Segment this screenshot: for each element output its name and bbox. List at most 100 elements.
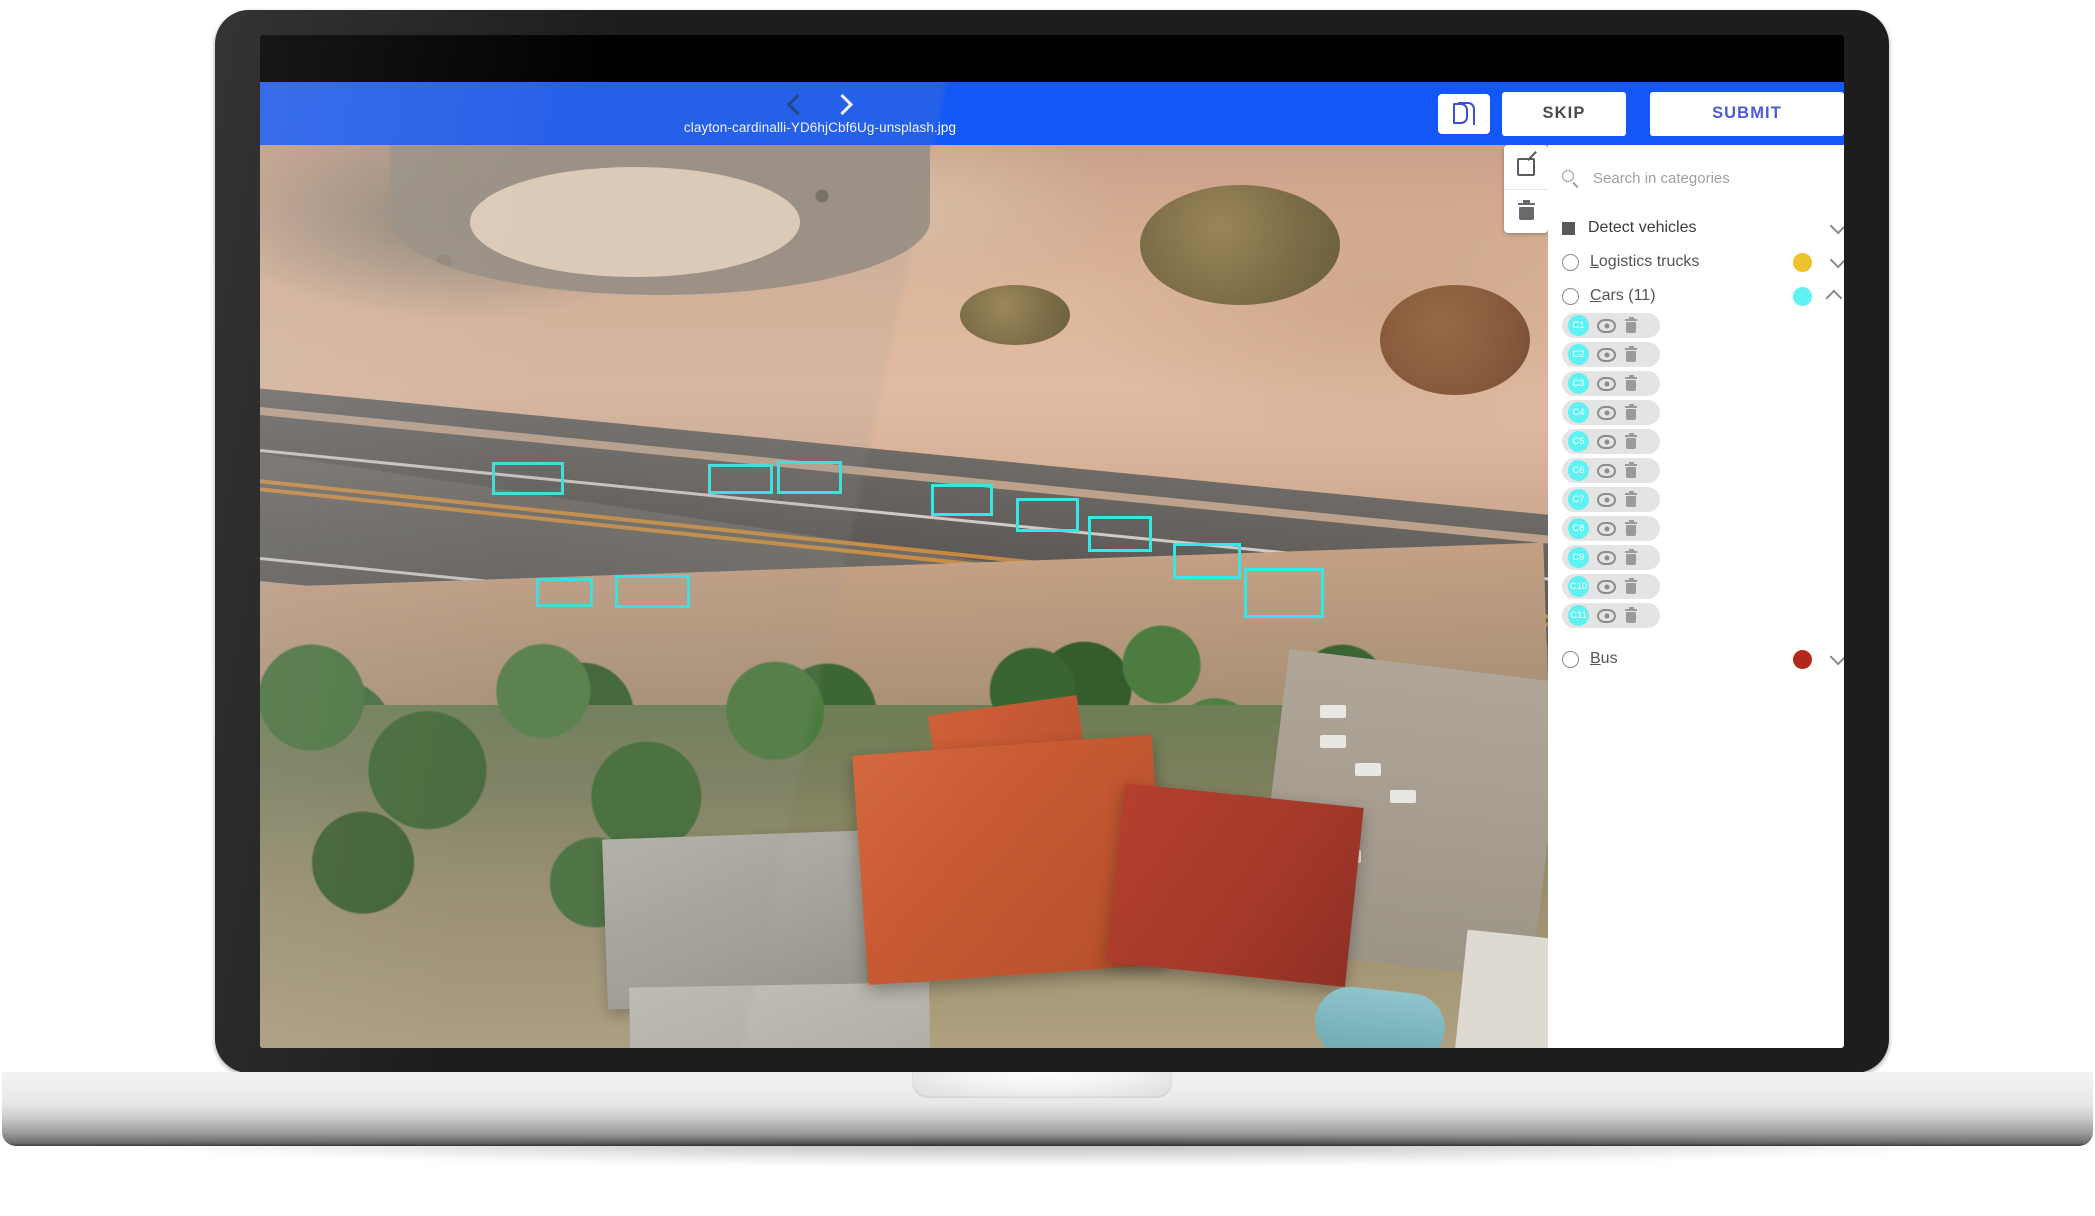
- instance-badge: C3: [1568, 373, 1589, 394]
- eye-icon[interactable]: [1597, 347, 1616, 362]
- category-label: Logistics trucks: [1590, 253, 1700, 270]
- flag-button[interactable]: [1438, 93, 1490, 134]
- laptop-base-notch: [912, 1072, 1172, 1098]
- instance-badge: C1: [1568, 315, 1589, 336]
- eye-icon[interactable]: [1597, 550, 1616, 565]
- list-item[interactable]: C8: [1562, 516, 1660, 541]
- list-item[interactable]: C6: [1562, 458, 1660, 483]
- category-label: Cars (11): [1590, 287, 1656, 304]
- category-radio[interactable]: [1562, 650, 1579, 668]
- eye-icon[interactable]: [1597, 463, 1616, 478]
- annotation-canvas[interactable]: [260, 145, 1548, 1048]
- eye-icon[interactable]: [1597, 434, 1616, 449]
- group-checkbox[interactable]: [1562, 221, 1575, 235]
- list-item[interactable]: C7: [1562, 487, 1660, 512]
- aerial-photo: [260, 145, 1548, 1048]
- skip-button[interactable]: SKIP: [1502, 91, 1626, 136]
- instance-badge: C5: [1568, 431, 1589, 452]
- trash-icon[interactable]: [1625, 606, 1637, 623]
- laptop-shadow: [90, 1140, 2005, 1166]
- list-item[interactable]: C4: [1562, 400, 1660, 425]
- eye-icon[interactable]: [1597, 521, 1616, 536]
- delete-tool[interactable]: [1504, 189, 1548, 233]
- category-radio[interactable]: [1562, 287, 1579, 305]
- category-row-bus[interactable]: Bus: [1548, 642, 1844, 676]
- app-header: clayton-cardinalli-YD6hjCbf6Ug-unsplash.…: [260, 82, 1844, 145]
- chevron-up-icon[interactable]: [1825, 289, 1843, 307]
- bbox-c4[interactable]: [931, 484, 993, 516]
- eye-icon[interactable]: [1597, 318, 1616, 333]
- trash-icon: [1517, 199, 1535, 220]
- bbox-c7[interactable]: [1173, 543, 1241, 579]
- screenshot-root: clayton-cardinalli-YD6hjCbf6Ug-unsplash.…: [0, 0, 2095, 1216]
- chevron-down-icon[interactable]: [1829, 648, 1844, 666]
- canvas-tool-card: [1504, 145, 1548, 233]
- bbox-c2[interactable]: [708, 464, 773, 494]
- category-color-swatch: [1793, 252, 1812, 272]
- trash-icon[interactable]: [1625, 432, 1637, 449]
- search-input[interactable]: [1593, 169, 1830, 187]
- list-item[interactable]: C9: [1562, 545, 1660, 570]
- category-search-row: [1548, 145, 1844, 211]
- nav-arrows: [786, 92, 854, 116]
- category-color-swatch: [1793, 286, 1812, 306]
- bbox-c3[interactable]: [777, 461, 842, 494]
- group-detect-vehicles[interactable]: Detect vehicles: [1548, 211, 1844, 245]
- edit-square-icon: [1517, 158, 1535, 176]
- bbox-c6[interactable]: [1088, 516, 1152, 552]
- search-icon: [1562, 169, 1579, 187]
- flag-icon: [1453, 101, 1475, 126]
- list-item[interactable]: C10: [1562, 574, 1660, 599]
- eye-icon[interactable]: [1597, 492, 1616, 507]
- instance-badge: C10: [1568, 576, 1589, 597]
- eye-icon[interactable]: [1597, 579, 1616, 594]
- chevron-right-icon[interactable]: [831, 93, 854, 115]
- instance-badge: C4: [1568, 402, 1589, 423]
- list-item[interactable]: C5: [1562, 429, 1660, 454]
- trash-icon[interactable]: [1625, 403, 1637, 420]
- list-item[interactable]: C3: [1562, 371, 1660, 396]
- laptop-lid: clayton-cardinalli-YD6hjCbf6Ug-unsplash.…: [215, 10, 1889, 1073]
- category-color-swatch: [1793, 649, 1812, 669]
- bbox-c9[interactable]: [536, 578, 593, 607]
- category-row-logistics-trucks[interactable]: Logistics trucks: [1548, 245, 1844, 279]
- trash-icon[interactable]: [1625, 577, 1637, 594]
- trash-icon[interactable]: [1625, 548, 1637, 565]
- instance-badge: C8: [1568, 518, 1589, 539]
- bbox-c8[interactable]: [1244, 568, 1324, 618]
- laptop-screen-bezel: clayton-cardinalli-YD6hjCbf6Ug-unsplash.…: [260, 35, 1844, 1048]
- chevron-down-icon[interactable]: [1829, 251, 1844, 269]
- category-radio[interactable]: [1562, 253, 1579, 271]
- bbox-c10[interactable]: [615, 575, 690, 608]
- eye-icon[interactable]: [1597, 376, 1616, 391]
- instance-badge: C2: [1568, 344, 1589, 365]
- chevron-left-icon[interactable]: [786, 93, 809, 115]
- list-item[interactable]: C2: [1562, 342, 1660, 367]
- instance-list: C1 C2 C3 C4 C5 C6 C7 C8 C9 C10 C11: [1548, 313, 1844, 628]
- category-row-cars[interactable]: Cars (11): [1548, 279, 1844, 313]
- instance-badge: C6: [1568, 460, 1589, 481]
- categories-panel: Detect vehicles Logistics trucks Cars (1…: [1548, 145, 1844, 1048]
- trash-icon[interactable]: [1625, 490, 1637, 507]
- list-item[interactable]: C11: [1562, 603, 1660, 628]
- trash-icon[interactable]: [1625, 374, 1637, 391]
- eye-icon[interactable]: [1597, 405, 1616, 420]
- trash-icon[interactable]: [1625, 316, 1637, 333]
- group-label: Detect vehicles: [1588, 219, 1697, 236]
- bbox-c5[interactable]: [1016, 498, 1079, 532]
- edit-tool[interactable]: [1504, 145, 1548, 189]
- eye-icon[interactable]: [1597, 608, 1616, 623]
- image-navigator: clayton-cardinalli-YD6hjCbf6Ug-unsplash.…: [260, 82, 1380, 145]
- app-screen: clayton-cardinalli-YD6hjCbf6Ug-unsplash.…: [260, 82, 1844, 1048]
- list-item[interactable]: C1: [1562, 313, 1660, 338]
- trash-icon[interactable]: [1625, 345, 1637, 362]
- bbox-c1[interactable]: [492, 462, 564, 495]
- image-filename: clayton-cardinalli-YD6hjCbf6Ug-unsplash.…: [683, 120, 957, 135]
- instance-badge: C7: [1568, 489, 1589, 510]
- chevron-down-icon[interactable]: [1829, 217, 1844, 235]
- submit-button[interactable]: SUBMIT: [1650, 91, 1844, 136]
- trash-icon[interactable]: [1625, 519, 1637, 536]
- app-header-actions: SKIP SUBMIT: [1438, 82, 1844, 145]
- trash-icon[interactable]: [1625, 461, 1637, 478]
- category-label: Bus: [1590, 650, 1618, 667]
